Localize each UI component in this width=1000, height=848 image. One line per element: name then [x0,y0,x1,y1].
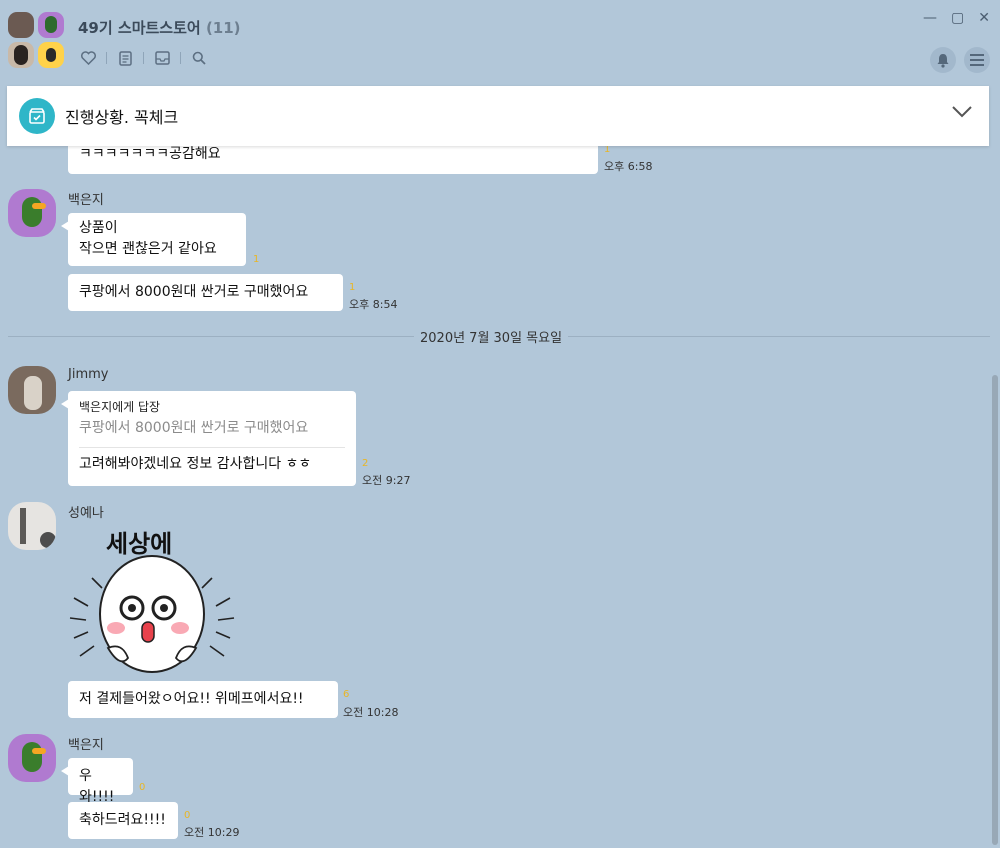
unread-count: 1 [349,282,356,293]
box-check-icon [19,98,55,134]
sticker-text: 세상에 [106,530,172,558]
message-text: 우와!!!! [79,768,115,805]
inbox-icon[interactable] [154,50,170,66]
member-count: (11) [205,19,241,37]
member-avatar [38,12,64,38]
unread-count: 0 [139,782,146,793]
message-time: 오전 10:29 [184,826,240,839]
message-text: ㅋㅋㅋㅋㅋㅋㅋ공감해요 [79,146,221,162]
avatar[interactable] [8,734,56,782]
message-time: 오후 6:58 [604,160,653,173]
notice-text: 진행상황. 꼭체크 [65,108,179,127]
maximize-icon[interactable]: ▢ [951,10,964,26]
minimize-icon[interactable]: — [923,10,937,26]
close-icon[interactable]: ✕ [978,10,990,26]
message-bubble[interactable]: 상품이 작으면 괜찮은거 같아요 [61,213,246,266]
unread-count: 2 [362,458,369,469]
chevron-down-icon[interactable] [951,104,973,123]
chat-toolbar [80,50,207,66]
message-text: 축하드려요!!!! [79,812,166,828]
message-bubble[interactable]: 축하드려요!!!! [68,802,178,839]
sender-name: 백은지 [68,193,104,208]
menu-button[interactable] [964,47,990,73]
chat-room-name: 49기 스마트스토어 [78,19,201,37]
member-avatar [8,12,34,38]
window-controls: — ▢ ✕ [923,10,990,26]
message-text: 작으면 괜찮은거 같아요 [79,241,217,257]
unread-count: 6 [343,689,350,700]
avatar[interactable] [8,189,56,237]
reply-header: 백은지에게 답장 [79,400,161,414]
chat-title: 49기 스마트스토어 (11) [78,17,241,38]
heart-icon[interactable] [80,50,96,66]
member-avatar [38,42,64,68]
unread-count: 1 [253,254,260,265]
toolbar-divider [106,52,107,64]
toolbar-divider [143,52,144,64]
reply-quote[interactable]: 쿠팡에서 8000원대 싼거로 구매했어요 [79,418,345,439]
message-time: 오전 9:27 [362,474,411,487]
message-bubble[interactable]: 저 결제들어왔ㅇ어요!! 위메프에서요!! [68,681,338,718]
bell-icon [937,53,949,68]
reply-bubble[interactable]: 백은지에게 답장 쿠팡에서 8000원대 싼거로 구매했어요 고려해봐야겠네요 … [61,391,356,486]
toolbar-divider [180,52,181,64]
bell-button[interactable] [930,47,956,73]
message-time: 오후 8:54 [349,298,398,311]
title-bar: 49기 스마트스토어 (11) — ▢ ✕ [0,0,1000,78]
avatar[interactable] [8,502,56,550]
message-text: 상품이 [79,220,118,236]
message-text: 쿠팡에서 8000원대 싼거로 구매했어요 [79,284,309,300]
sticker[interactable]: 세상에 [68,518,238,688]
message-bubble[interactable]: 우와!!!! [61,758,133,805]
search-icon[interactable] [191,50,207,66]
reply-divider [79,447,345,448]
avatar[interactable] [8,366,56,414]
sender-name: Jimmy [68,367,109,382]
group-avatar[interactable] [8,12,66,70]
notes-icon[interactable] [117,50,133,66]
sender-name: 백은지 [68,738,104,753]
message-time: 오전 10:28 [343,706,399,719]
menu-icon [970,54,984,66]
message-text: 고려해봐야겠네요 정보 감사합니다 ㅎㅎ [79,456,312,472]
scrollbar[interactable] [992,375,998,845]
date-divider: 2020년 7월 30일 목요일 [414,327,569,346]
unread-count: 0 [184,810,191,821]
message-list[interactable]: ㅋㅋㅋㅋㅋㅋㅋ공감해요 1 오후 6:58 백은지 상품이 작으면 괜찮은거 같… [0,78,1000,848]
member-avatar [8,42,34,68]
message-bubble[interactable]: 쿠팡에서 8000원대 싼거로 구매했어요 [68,274,343,311]
pinned-notice[interactable]: 진행상황. 꼭체크 [7,86,989,146]
message-text: 저 결제들어왔ㅇ어요!! 위메프에서요!! [79,691,304,707]
